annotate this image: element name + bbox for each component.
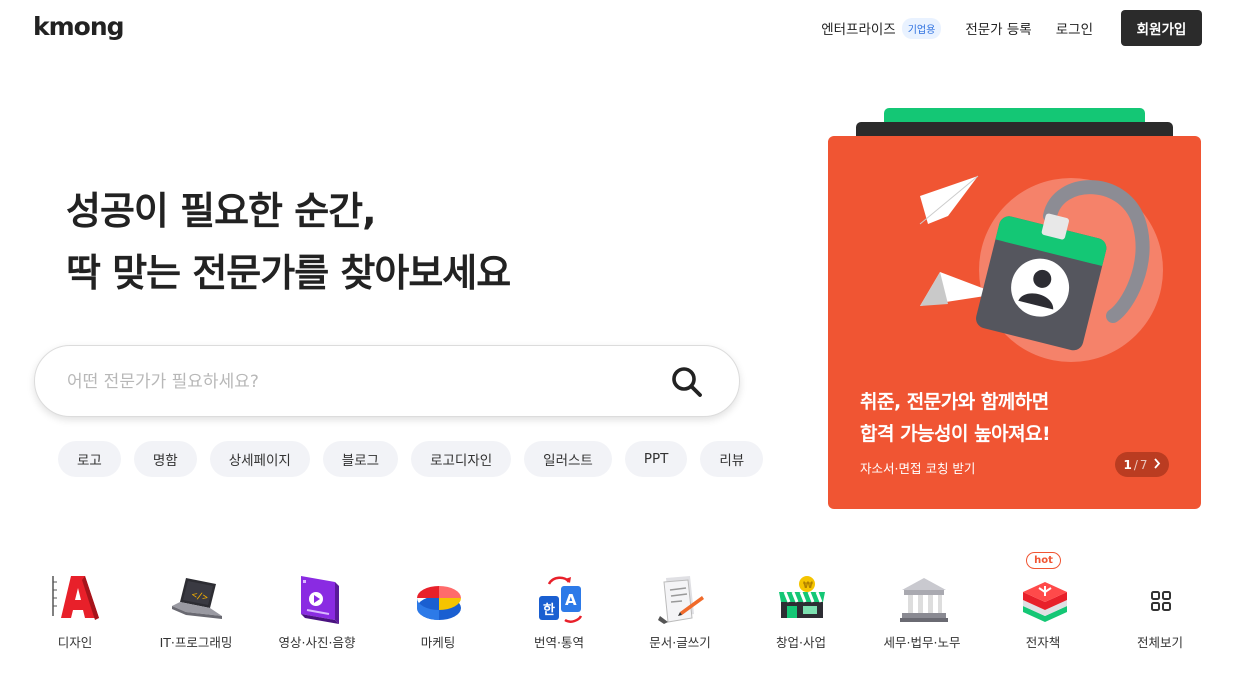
banner-title-line2: 합격 가능성이 높아져요! (860, 423, 1051, 445)
pager-separator: / (1133, 457, 1138, 472)
nav-login[interactable]: 로그인 (1056, 18, 1093, 38)
category-video[interactable]: 영상·사진·음향 (257, 560, 377, 660)
nav-enterprise-label: 엔터프라이즈 (821, 22, 896, 38)
category-marketing[interactable]: 마케팅 (378, 560, 498, 660)
category-label: 전체보기 (1136, 635, 1183, 650)
svg-text:₩: ₩ (803, 581, 813, 591)
tag-chip[interactable]: 일러스트 (524, 441, 612, 477)
tag-chip[interactable]: PPT (624, 441, 688, 477)
svg-text:한: 한 (543, 602, 555, 618)
enterprise-badge: 기업용 (901, 17, 942, 39)
chevron-right-icon[interactable] (1153, 457, 1161, 472)
category-label: IT·프로그래밍 (159, 635, 233, 650)
nav-register-expert[interactable]: 전문가 등록 (965, 18, 1031, 38)
hero-title-line1: 성공이 필요한 순간, (66, 189, 377, 233)
category-label: 문서·글쓰기 (649, 635, 711, 650)
tag-chip[interactable]: 명함 (133, 441, 197, 477)
category-tax-legal[interactable]: 세무·법무·노무 (862, 560, 982, 660)
hot-badge: hot (1026, 552, 1061, 569)
search-icon[interactable] (669, 364, 705, 400)
banner-title-line1: 취준, 전문가와 함께하면 (860, 391, 1049, 413)
category-label: 창업·사업 (776, 635, 826, 650)
category-view-all[interactable]: 전체보기 (1100, 560, 1220, 660)
category-label: 디자인 (57, 635, 93, 650)
top-nav: 엔터프라이즈 기업용 전문가 등록 로그인 회원가입 (821, 10, 1202, 46)
pager-total: 7 (1139, 457, 1148, 472)
tag-chip[interactable]: 리뷰 (700, 441, 764, 477)
banner-title: 취준, 전문가와 함께하면 합격 가능성이 높아져요! (860, 386, 1051, 450)
tag-chip[interactable]: 블로그 (322, 441, 399, 477)
category-label: 영상·사진·음향 (278, 635, 356, 650)
category-startup[interactable]: ₩ 창업·사업 (741, 560, 861, 660)
category-translation[interactable]: 한 A 번역·통역 (499, 560, 619, 660)
banner-subtitle: 자소서·면접 코칭 받기 (860, 461, 976, 476)
laptop-icon: </> (172, 578, 222, 619)
category-label: 전자책 (1025, 635, 1061, 650)
category-label: 마케팅 (420, 635, 456, 650)
category-ebook[interactable]: hot 전자책 (983, 552, 1103, 660)
book-icon (1023, 582, 1067, 622)
promo-banner[interactable]: 취준, 전문가와 함께하면 합격 가능성이 높아져요! 자소서·면접 코칭 받기… (828, 136, 1201, 509)
grid-icon (1151, 591, 1171, 611)
kmong-logo[interactable]: kmong (33, 12, 125, 41)
pager-current: 1 (1123, 457, 1132, 472)
category-document[interactable]: 문서·글쓰기 (620, 560, 740, 660)
category-label: 세무·법무·노무 (883, 635, 961, 650)
category-it[interactable]: </> IT·프로그래밍 (136, 560, 256, 660)
store-icon: ₩ (779, 576, 825, 618)
translate-icon: 한 A (539, 576, 583, 623)
category-design[interactable]: 디자인 (15, 560, 135, 660)
building-icon (900, 578, 948, 622)
banner-pager[interactable]: 1 / 7 (1115, 452, 1169, 477)
nav-enterprise[interactable]: 엔터프라이즈 기업용 (821, 17, 942, 39)
design-icon (52, 576, 99, 620)
pie-chart-icon (417, 586, 461, 620)
signup-button[interactable]: 회원가입 (1121, 10, 1202, 46)
tag-chip[interactable]: 로고디자인 (411, 441, 512, 477)
search-input[interactable] (67, 368, 647, 396)
header: kmong 엔터프라이즈 기업용 전문가 등록 로그인 회원가입 (0, 0, 1235, 56)
hero-title: 성공이 필요한 순간, 딱 맞는 전문가를 찾아보세요 (66, 180, 511, 304)
hero-title-line2: 딱 맞는 전문가를 찾아보세요 (66, 251, 511, 295)
svg-text:A: A (565, 591, 577, 609)
category-list: 디자인 </> IT·프로그래밍 영상·사진·음향 마케팅 한 A 번역·통역 … (15, 552, 1220, 660)
document-icon (658, 576, 704, 624)
category-label: 번역·통역 (534, 635, 584, 650)
tag-chip[interactable]: 로고 (58, 441, 121, 477)
video-icon (301, 576, 339, 624)
tag-chip[interactable]: 상세페이지 (209, 441, 310, 477)
popular-tags: 로고 명함 상세페이지 블로그 로고디자인 일러스트 PPT 리뷰 (58, 441, 776, 477)
search-bar (34, 345, 740, 417)
